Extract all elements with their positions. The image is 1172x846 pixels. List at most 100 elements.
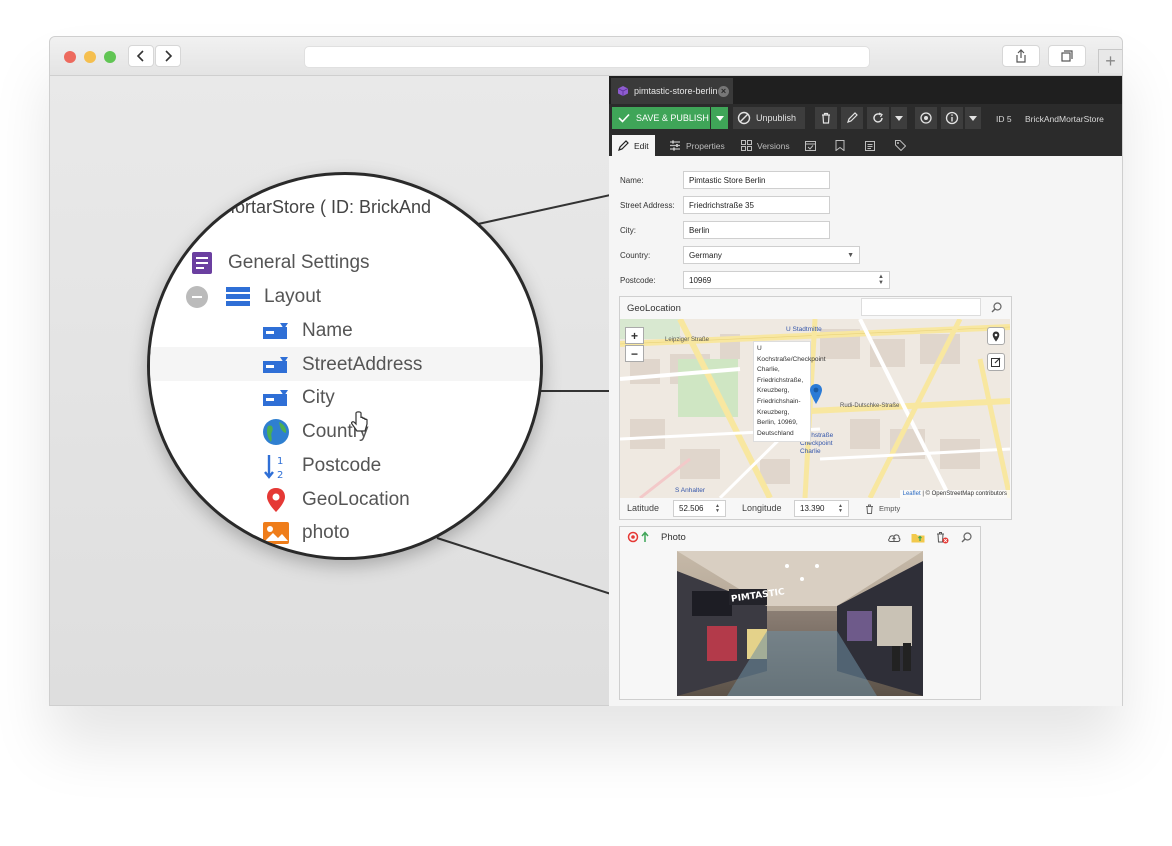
tree-item-postcode[interactable]: 12 Postcode [262, 452, 381, 480]
photo-title: Photo [661, 532, 686, 543]
geo-map[interactable]: U Stadtmitte Leipziger Straße Rudi-Dutsc… [620, 319, 1010, 498]
postcode-value: 10969 [689, 275, 712, 285]
upload-button[interactable] [885, 529, 903, 545]
open-folder-button[interactable] [909, 529, 927, 545]
osm-attribution: | © OpenStreetMap contributors [922, 491, 1007, 497]
globe-icon [262, 418, 290, 446]
leaflet-link[interactable]: Leaflet [903, 491, 921, 497]
tab-edit-label: Edit [634, 140, 649, 151]
info-button[interactable] [941, 107, 963, 129]
info-options-dropdown[interactable] [965, 107, 981, 129]
tree-item-label: Layout [264, 286, 322, 307]
edit-icon [991, 357, 1001, 367]
svg-text:2: 2 [277, 470, 283, 480]
city-label: City: [620, 226, 636, 235]
save-publish-label: SAVE & PUBLISH [636, 113, 709, 123]
versions-grid-icon [741, 140, 752, 151]
forward-button[interactable] [155, 45, 181, 67]
map-attribution: Leaflet | © OpenStreetMap contributors [899, 490, 1010, 498]
longitude-value: 13.390 [800, 504, 825, 513]
spinner-arrows-icon[interactable]: ▲ ▼ [715, 501, 720, 516]
minimize-window-button[interactable] [84, 51, 96, 63]
tab-tasks[interactable] [859, 135, 881, 156]
spinner-arrows-icon[interactable]: ▲ ▼ [838, 501, 843, 516]
address-bar[interactable] [304, 46, 870, 68]
map-zoom-in-button[interactable]: + [625, 327, 644, 344]
delete-button[interactable] [815, 107, 837, 129]
tree-item-photo[interactable]: photo [262, 519, 350, 547]
longitude-field[interactable]: 13.390 ▲ ▼ [794, 500, 849, 517]
caret-down-icon[interactable]: ▼ [847, 247, 854, 263]
tab-properties[interactable]: Properties [663, 135, 731, 156]
close-tab-icon[interactable]: × [718, 85, 729, 97]
save-publish-button[interactable]: SAVE & PUBLISH [612, 107, 710, 129]
clear-image-button[interactable] [933, 529, 951, 545]
editor-subtabs: Edit Properties Versions [609, 133, 1122, 156]
map-zoom-out-button[interactable]: − [625, 345, 644, 362]
tab-tags[interactable] [889, 135, 912, 156]
unpublish-button[interactable]: Unpublish [733, 107, 805, 129]
calendar-check-icon [805, 141, 816, 151]
maximize-window-button[interactable] [104, 51, 116, 63]
pencil-icon [618, 140, 629, 151]
latitude-value: 52.506 [679, 504, 704, 513]
tree-item-general-settings[interactable]: General Settings [188, 249, 370, 277]
tree-item-streetaddress[interactable]: StreetAddress [262, 351, 422, 379]
reload-button[interactable] [867, 107, 889, 129]
photo-search-button[interactable] [957, 529, 975, 545]
tree-item-geolocation[interactable]: GeoLocation [262, 486, 410, 514]
collapse-icon[interactable] [186, 286, 208, 308]
object-class-label: BrickAndMortarStore [1025, 114, 1104, 124]
pencil-icon [847, 112, 858, 123]
country-label: Country: [620, 251, 651, 260]
layout-panel-icon [224, 283, 252, 311]
input-field-icon [262, 351, 290, 379]
reload-options-dropdown[interactable] [891, 107, 907, 129]
cloud-upload-icon [888, 533, 901, 542]
number-sort-icon: 12 [262, 452, 290, 480]
map-edit-button[interactable] [987, 353, 1005, 371]
city-field[interactable]: Berlin [683, 221, 830, 239]
spinner-arrows-icon[interactable]: ▲ ▼ [878, 272, 884, 288]
rename-button[interactable] [841, 107, 863, 129]
tree-item-name[interactable]: Name [262, 317, 353, 345]
latitude-field[interactable]: 52.506 ▲ ▼ [673, 500, 726, 517]
tab-versions[interactable]: Versions [735, 135, 796, 156]
object-id-label: ID 5 [996, 114, 1012, 124]
new-tab-button[interactable]: + [1098, 49, 1122, 73]
share-button[interactable] [1002, 45, 1040, 67]
name-field[interactable]: Pimtastic Store Berlin [683, 171, 830, 189]
latitude-label: Latitude [627, 503, 660, 513]
bookmark-icon [835, 140, 845, 151]
name-label: Name: [620, 176, 644, 185]
tree-item-city[interactable]: City [262, 384, 335, 412]
locate-in-tree-button[interactable] [915, 107, 937, 129]
browser-titlebar: + [50, 37, 1122, 76]
share-icon [1016, 49, 1026, 63]
folder-upload-icon [911, 533, 925, 542]
caret-down-icon [895, 115, 903, 121]
save-options-dropdown[interactable] [711, 107, 728, 129]
geo-search-button[interactable] [985, 298, 1007, 316]
plus-icon: + [630, 328, 638, 343]
back-button[interactable] [128, 45, 154, 67]
map-popup: U Kochstraße/Checkpoint Charlie, Friedri… [753, 341, 826, 443]
postcode-field[interactable]: 10969 ▲ ▼ [683, 271, 890, 289]
map-marker-icon[interactable] [809, 383, 823, 405]
country-select[interactable]: Germany ▼ [683, 246, 860, 264]
tab-schedule[interactable] [799, 135, 822, 156]
map-locate-button[interactable] [987, 327, 1005, 345]
empty-button[interactable]: Empty [865, 500, 900, 517]
geo-search-input[interactable] [861, 298, 981, 316]
plus-icon: + [1105, 51, 1116, 71]
trash-icon [866, 504, 873, 514]
close-window-button[interactable] [64, 51, 76, 63]
tree-item-label: General Settings [228, 252, 370, 273]
tree-item-layout[interactable]: Layout [186, 283, 321, 311]
tabs-overview-button[interactable] [1048, 45, 1086, 67]
tabs-icon [1061, 50, 1073, 62]
street-address-field[interactable]: Friedrichstraße 35 [683, 196, 830, 214]
tab-edit[interactable]: Edit [612, 135, 655, 156]
document-tab[interactable]: pimtastic-store-berlin × [611, 78, 733, 104]
tab-notes[interactable] [829, 135, 851, 156]
